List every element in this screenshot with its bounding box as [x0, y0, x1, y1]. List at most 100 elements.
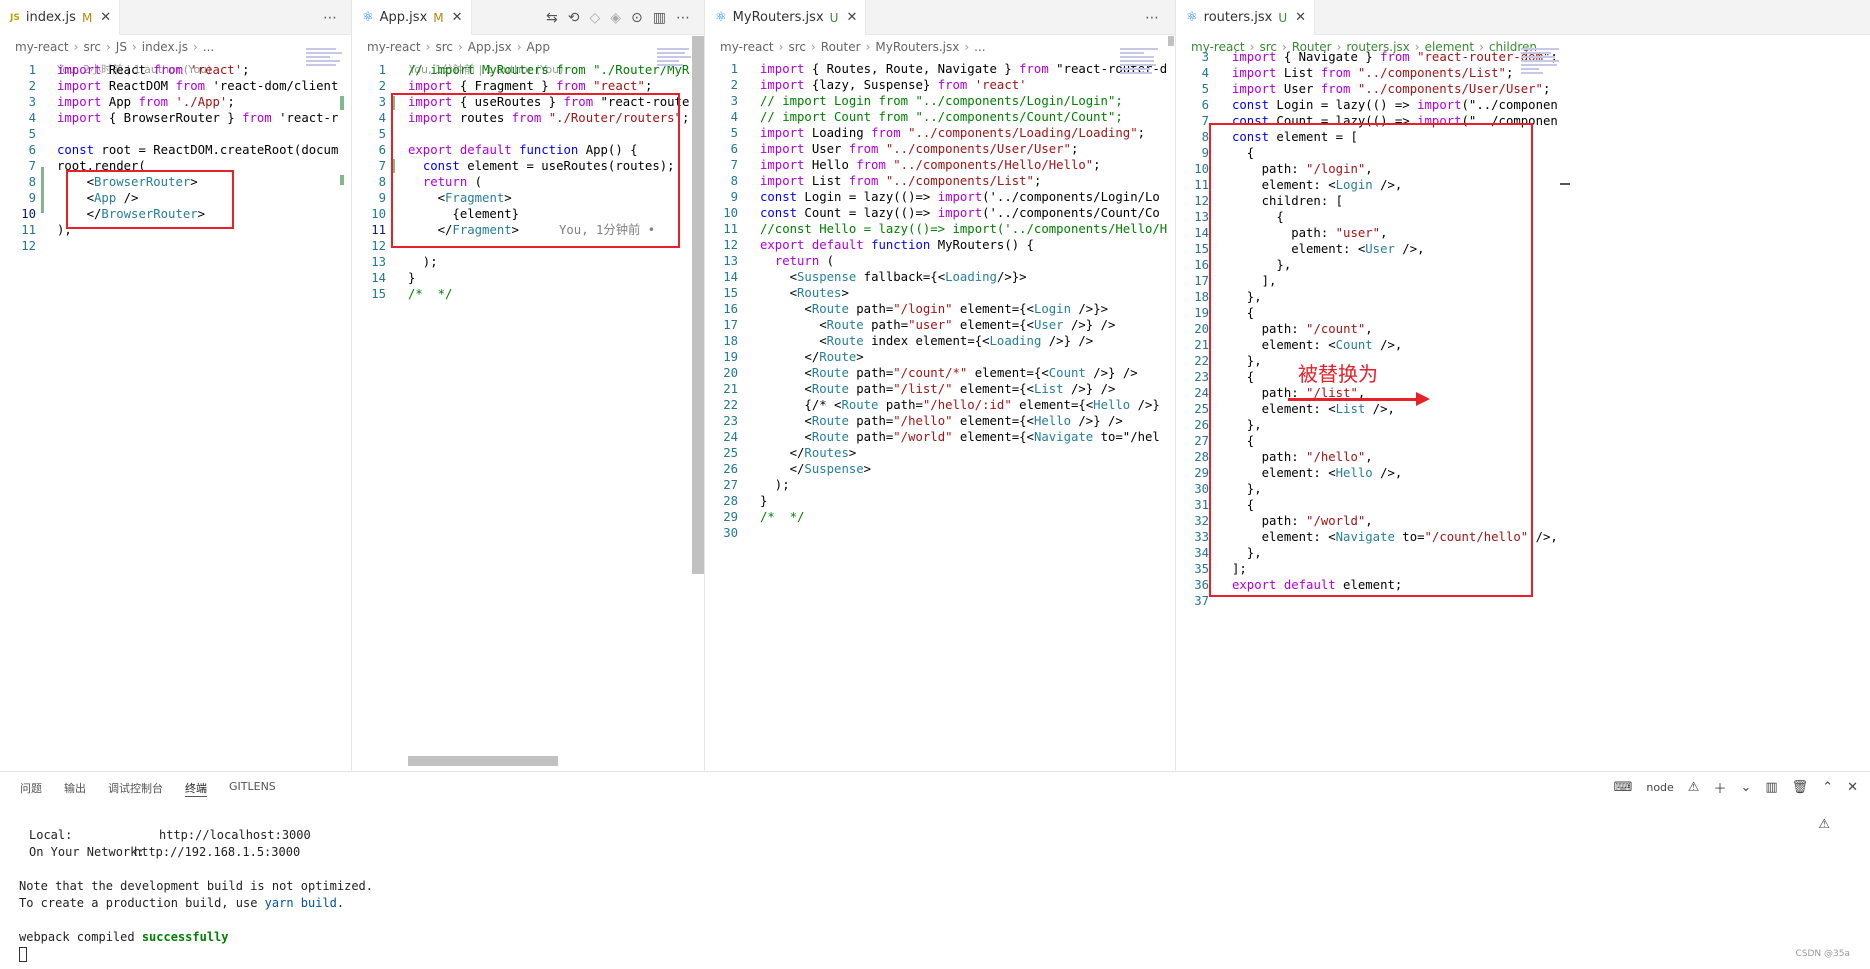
- breadcrumb-item[interactable]: App: [527, 40, 550, 54]
- code-line[interactable]: 2 import { Fragment } from "react";: [352, 78, 704, 94]
- breadcrumb-item[interactable]: ...: [203, 40, 214, 54]
- code-line[interactable]: 6 const root = ReactDOM.createRoot(docum: [0, 142, 351, 158]
- vertical-scrollbar[interactable]: [692, 36, 704, 574]
- compare-changes-icon[interactable]: ⇆: [546, 10, 558, 26]
- open-changes-icon[interactable]: ⟲: [568, 10, 580, 26]
- scrollbar[interactable]: [340, 175, 344, 185]
- close-icon[interactable]: ✕: [1847, 780, 1858, 795]
- code-line[interactable]: 12: [0, 238, 351, 254]
- code-line[interactable]: 18 <Route index element={<Loading />} />: [705, 333, 1175, 349]
- terminal-shell-label[interactable]: node: [1646, 781, 1673, 794]
- breadcrumb-item[interactable]: JS: [116, 40, 127, 54]
- code-line[interactable]: 8 import List from "../components/List";: [705, 173, 1175, 189]
- panel-tab[interactable]: 调试控制台: [108, 780, 163, 797]
- horizontal-scrollbar[interactable]: [408, 756, 558, 766]
- code-line[interactable]: 7 import Hello from "../components/Hello/…: [705, 157, 1175, 173]
- code-line[interactable]: 6 import User from "../components/User/Us…: [705, 141, 1175, 157]
- terminal-icon[interactable]: ⌨: [1614, 780, 1633, 795]
- code-line[interactable]: 13 );: [352, 254, 704, 270]
- code-line[interactable]: 19 </Route>: [705, 349, 1175, 365]
- split-terminal-icon[interactable]: ▥: [1765, 780, 1777, 795]
- code-line[interactable]: 1 // import MyRouters from "./Router/MyR: [352, 62, 704, 78]
- code-line[interactable]: 4 // import Count from "../components/Cou…: [705, 109, 1175, 125]
- code-line[interactable]: 27 );: [705, 477, 1175, 493]
- tab-app-jsx[interactable]: ⚛ App.jsx M ✕: [352, 0, 472, 35]
- code-line[interactable]: 2 import {lazy, Suspense} from 'react': [705, 77, 1175, 93]
- code-line[interactable]: 5: [0, 126, 351, 142]
- code-line[interactable]: 26 </Suspense>: [705, 461, 1175, 477]
- close-icon[interactable]: ✕: [100, 10, 111, 25]
- code-line[interactable]: 29 /* */: [705, 509, 1175, 525]
- code-line[interactable]: 9 const Login = lazy(()=> import('../comp…: [705, 189, 1175, 205]
- line-number: 37: [1194, 594, 1209, 608]
- more-actions-icon[interactable]: ⋯: [1145, 10, 1159, 26]
- code-line[interactable]: 13 return (: [705, 253, 1175, 269]
- vertical-scrollbar[interactable]: [1168, 36, 1174, 46]
- previous-change-icon[interactable]: ◇: [589, 10, 600, 26]
- breadcrumb-item[interactable]: App.jsx: [468, 40, 512, 54]
- code-line[interactable]: 3 // import Login from "../components/Log…: [705, 93, 1175, 109]
- scrollbar[interactable]: [1560, 183, 1570, 185]
- code-line[interactable]: 20 <Route path="/count/*" element={<Coun…: [705, 365, 1175, 381]
- line-number: 9: [378, 191, 386, 205]
- code-line[interactable]: 25 </Routes>: [705, 445, 1175, 461]
- chevron-down-icon[interactable]: ⌄: [1740, 780, 1751, 795]
- panel-tab[interactable]: 问题: [20, 780, 42, 797]
- breadcrumb-item[interactable]: my-react: [15, 40, 69, 54]
- code-line[interactable]: 30: [705, 525, 1175, 541]
- breadcrumb-item[interactable]: src: [83, 40, 101, 54]
- terminal-output[interactable]: Local: http://localhost:3000 On Your Netw…: [19, 827, 373, 963]
- code-line[interactable]: 12 export default function MyRouters() {: [705, 237, 1175, 253]
- code-line[interactable]: 14}: [352, 270, 704, 286]
- code-line[interactable]: 14 <Suspense fallback={<Loading/>}>: [705, 269, 1175, 285]
- minimap[interactable]: [1521, 48, 1563, 108]
- scrollbar[interactable]: [340, 96, 344, 110]
- code-line[interactable]: 10 const Count = lazy(()=> import('../com…: [705, 205, 1175, 221]
- code-line[interactable]: 28}: [705, 493, 1175, 509]
- breadcrumb-item[interactable]: ...: [974, 40, 985, 54]
- code-line[interactable]: 1 import React from 'react';: [0, 62, 351, 78]
- panel-tab[interactable]: 输出: [64, 780, 86, 797]
- breadcrumb-item[interactable]: my-react: [720, 40, 774, 54]
- more-actions-icon[interactable]: ⋯: [676, 10, 690, 26]
- next-change-icon[interactable]: ◈: [610, 10, 621, 26]
- network-url[interactable]: http://192.168.1.5:3000: [134, 845, 300, 859]
- code-line[interactable]: 15 <Routes>: [705, 285, 1175, 301]
- trash-icon[interactable]: 🗑: [1792, 780, 1809, 795]
- breadcrumb-item[interactable]: index.js: [142, 40, 188, 54]
- code-line[interactable]: 4 import { BrowserRouter } from 'react-r: [0, 110, 351, 126]
- code-line[interactable]: 24 <Route path="/world" element={<Naviga…: [705, 429, 1175, 445]
- breadcrumb-item[interactable]: src: [435, 40, 453, 54]
- code-line[interactable]: 5 import Loading from "../components/Load…: [705, 125, 1175, 141]
- close-icon[interactable]: ✕: [1295, 10, 1306, 25]
- code-line[interactable]: 21 <Route path="/list/" element={<List /…: [705, 381, 1175, 397]
- tab-routers-jsx[interactable]: ⚛ routers.jsx U ✕: [1176, 0, 1316, 35]
- code-line[interactable]: 22 {/* <Route path="/hello/:id" element=…: [705, 397, 1175, 413]
- tab-index-js[interactable]: JS index.js M ✕: [0, 0, 121, 35]
- minimap[interactable]: [1120, 48, 1162, 108]
- close-icon[interactable]: ✕: [846, 10, 857, 25]
- breadcrumb-item[interactable]: Router: [821, 40, 861, 54]
- code-line[interactable]: 15 /* */: [352, 286, 704, 302]
- panel-tab[interactable]: GITLENS: [229, 780, 276, 797]
- more-actions-icon[interactable]: ⋯: [323, 10, 337, 26]
- code-line[interactable]: 2 import ReactDOM from 'react-dom/client: [0, 78, 351, 94]
- new-terminal-icon[interactable]: ＋: [1713, 778, 1726, 797]
- code-line[interactable]: 3 import App from './App';: [0, 94, 351, 110]
- breadcrumb-item[interactable]: MyRouters.jsx: [875, 40, 959, 54]
- local-url[interactable]: http://localhost:3000: [159, 828, 311, 842]
- split-editor-icon[interactable]: ▥: [653, 10, 666, 26]
- code-line[interactable]: 17 <Route path="user" element={<User />}…: [705, 317, 1175, 333]
- breadcrumb-item[interactable]: my-react: [367, 40, 421, 54]
- gitlens-icon[interactable]: ⊙: [631, 10, 643, 26]
- chevron-up-icon[interactable]: ⌃: [1822, 780, 1833, 795]
- close-icon[interactable]: ✕: [452, 10, 463, 25]
- code-line[interactable]: 16 <Route path="/login" element={<Login …: [705, 301, 1175, 317]
- line-text: import App from './App';: [57, 95, 235, 109]
- breadcrumb-item[interactable]: src: [788, 40, 806, 54]
- tab-myrouters-jsx[interactable]: ⚛ MyRouters.jsx U ✕: [705, 0, 867, 35]
- panel-tab[interactable]: 终端: [185, 780, 207, 797]
- code-line[interactable]: 11 //const Hello = lazy(()=> import('../c…: [705, 221, 1175, 237]
- code-line[interactable]: 1 import { Routes, Route, Navigate } from…: [705, 61, 1175, 77]
- code-line[interactable]: 23 <Route path="/hello" element={<Hello …: [705, 413, 1175, 429]
